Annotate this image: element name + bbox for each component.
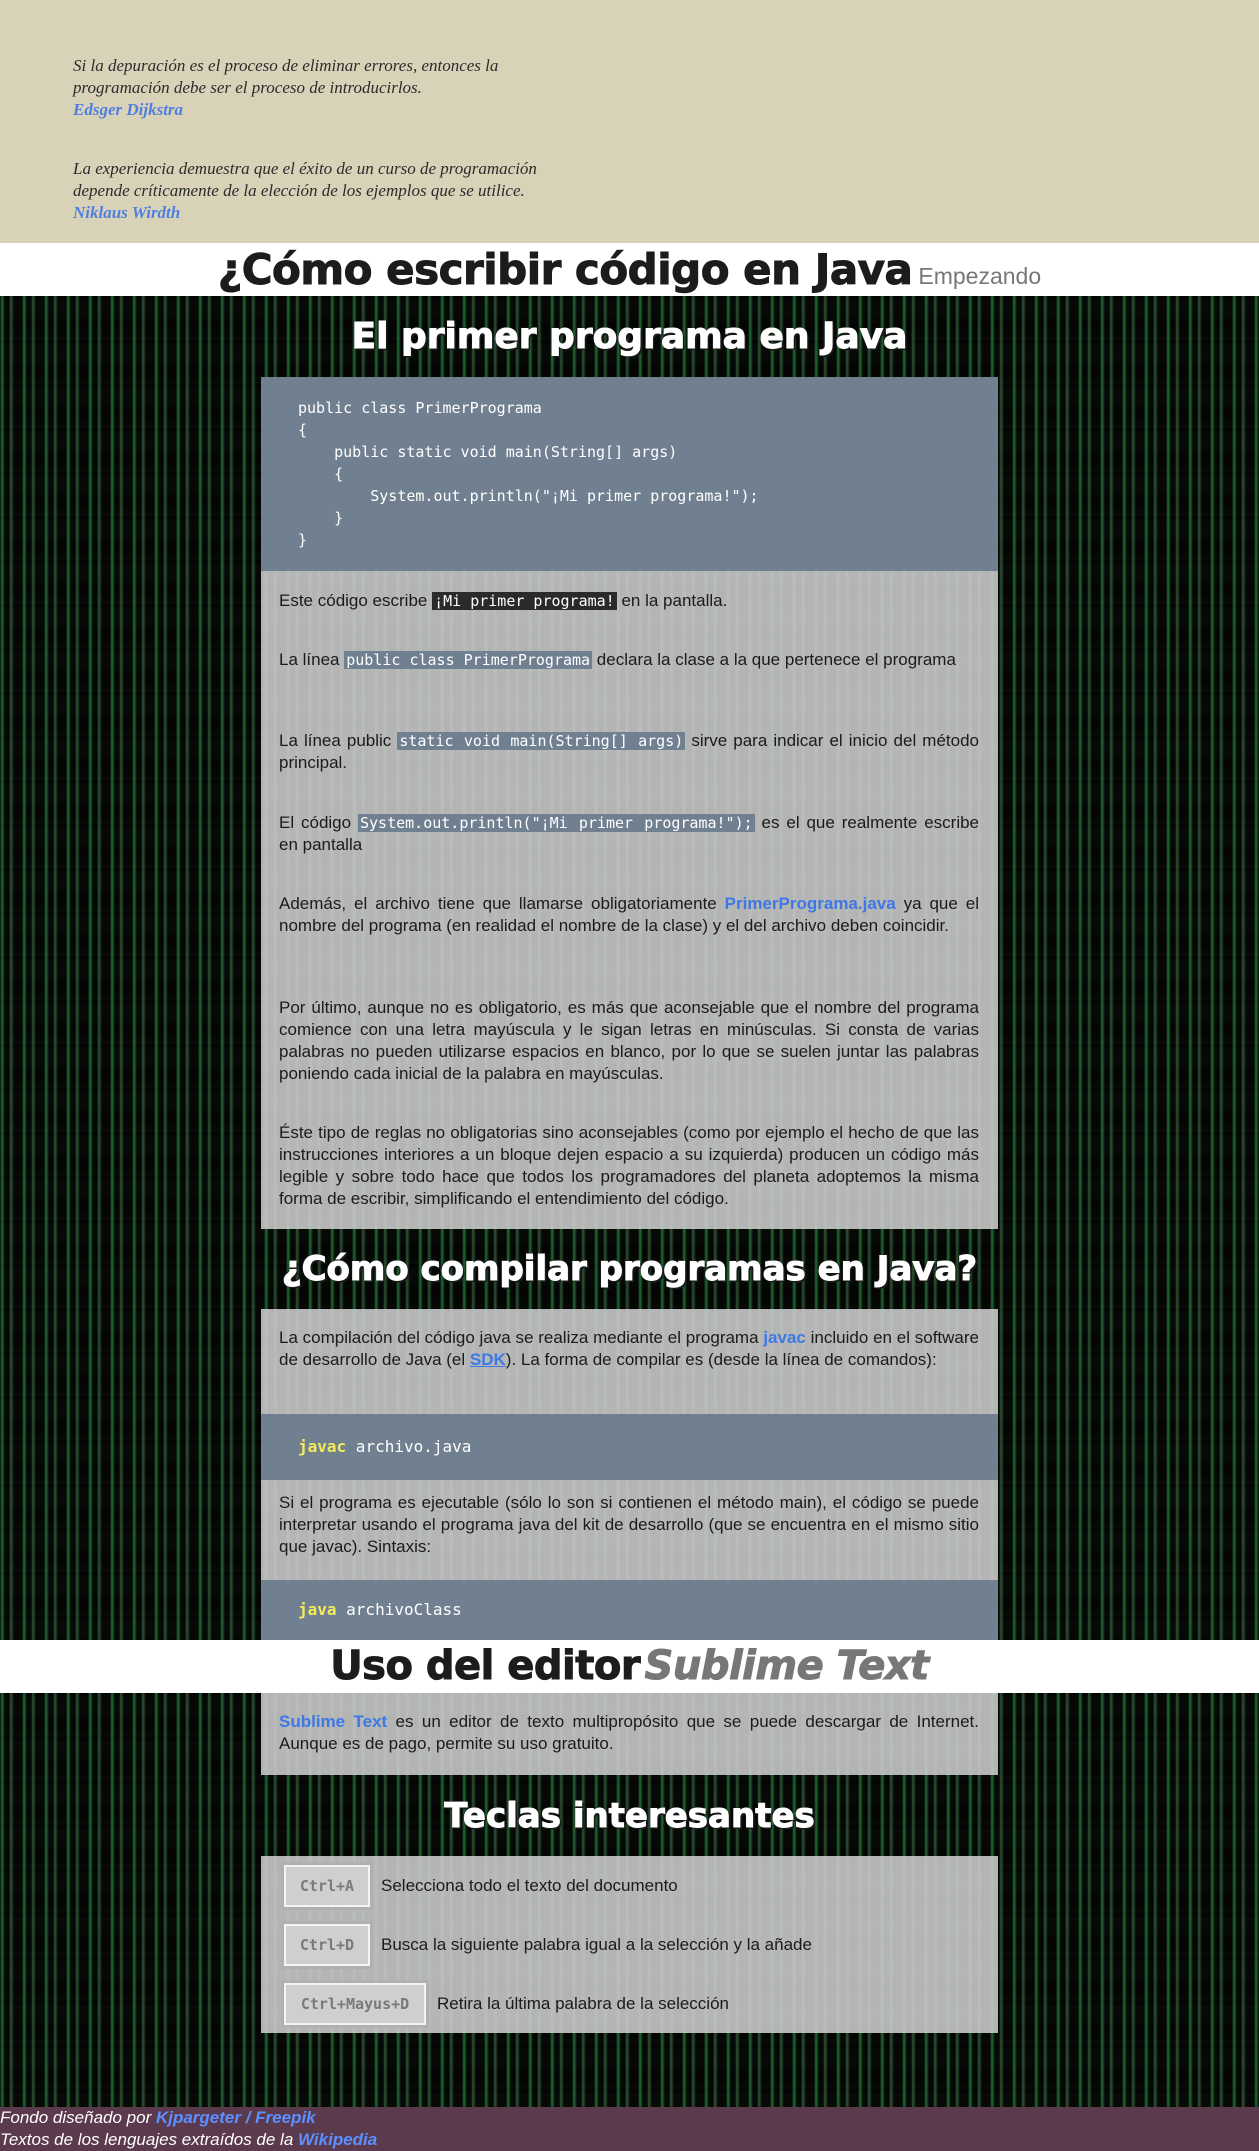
quote-1-author[interactable]: Edsger Dijkstra: [73, 99, 613, 121]
code-block-java: java archivoClass: [261, 1580, 998, 1640]
code-line: }: [298, 531, 308, 549]
quote-2-line2: depende críticamente de la elección de l…: [73, 181, 525, 200]
code-line: {: [298, 465, 344, 483]
paragraph-6: Por último, aunque no es obligatorio, es…: [279, 998, 979, 1083]
text: El código: [279, 813, 358, 832]
sublime-title: Uso del editor: [330, 1643, 641, 1690]
footer: Fondo diseñado por Kjpargeter / Freepik …: [0, 2107, 1259, 2151]
text: declara la clase a la que pertenece el p…: [592, 650, 956, 669]
page-title: ¿Cómo escribir código en Java: [217, 245, 913, 295]
code-line: public class PrimerPrograma: [298, 399, 542, 417]
text: La línea public: [279, 731, 398, 750]
code-line: }: [298, 509, 344, 527]
paragraph-3: La línea public static void main(String[…: [279, 730, 979, 774]
paragraph-5: Además, el archivo tiene que llamarse ob…: [279, 893, 979, 937]
paragraph-compile-1: La compilación del código java se realiz…: [279, 1327, 979, 1371]
paragraph-sublime: Sublime Text es un editor de texto multi…: [279, 1711, 979, 1755]
code-block-first-program: public class PrimerPrograma { public sta…: [261, 377, 998, 571]
code-keyword: java: [298, 1600, 337, 1619]
quote-2-author[interactable]: Niklaus Wirdth: [73, 202, 613, 224]
page-subtitle: Empezando: [918, 263, 1042, 289]
footer-line-2: Textos de los lenguajes extraídos de la …: [0, 2129, 1259, 2151]
filename-highlight: PrimerPrograma.java: [724, 894, 896, 913]
quote-2: La experiencia demuestra que el éxito de…: [73, 158, 613, 224]
key-desc-ctrl-mayus-d: Retira la última palabra de la selección: [437, 1994, 729, 2013]
key-desc-ctrl-d: Busca la siguiente palabra igual a la se…: [381, 1935, 812, 1954]
paragraph-compile-2: Si el programa es ejecutable (sólo lo so…: [279, 1493, 979, 1556]
sublime-highlight: Sublime Text: [279, 1712, 388, 1731]
paragraph-4: El código System.out.println("¡Mi primer…: [279, 812, 979, 856]
section-title-first-program: El primer programa en Java: [351, 316, 908, 358]
sdk-link[interactable]: SDK: [470, 1350, 506, 1369]
code-line: public static void main(String[] args): [298, 443, 678, 461]
text: Además, el archivo tiene que llamarse ob…: [279, 894, 725, 913]
code-block-javac: javac archivo.java: [261, 1414, 998, 1480]
freepik-link[interactable]: Kjpargeter / Freepik: [156, 2108, 316, 2127]
section-title-compile: ¿Cómo compilar programas en Java?: [281, 1249, 978, 1290]
text: Fondo diseñado por: [0, 2108, 156, 2127]
key-ctrl-mayus-d: Ctrl+Mayus+D: [281, 1980, 429, 2028]
code-keyword: javac: [298, 1437, 347, 1456]
code-text: archivoClass: [336, 1600, 462, 1619]
quote-1-line1: Si la depuración es el proceso de elimin…: [73, 56, 499, 75]
key-desc-ctrl-a: Selecciona todo el texto del documento: [381, 1876, 678, 1895]
quote-2-line1: La experiencia demuestra que el éxito de…: [73, 159, 537, 178]
wikipedia-link[interactable]: Wikipedia: [298, 2130, 377, 2149]
footer-line-1: Fondo diseñado por Kjpargeter / Freepik: [0, 2107, 1259, 2129]
code-line: {: [298, 421, 308, 439]
code-text: archivo.java: [346, 1437, 472, 1456]
code-line: System.out.println("¡Mi primer programa!…: [298, 487, 759, 505]
paragraph-1: Este código escribe ¡Mi primer programa!…: [279, 590, 979, 612]
text: ). La forma de compilar es (desde la lín…: [505, 1350, 937, 1369]
paragraph-2: La línea public class PrimerPrograma dec…: [279, 649, 979, 671]
inline-code: static void main(String[] args): [397, 732, 686, 750]
text: La línea: [279, 650, 345, 669]
inline-code: System.out.println("¡Mi primer programa!…: [357, 814, 755, 832]
inline-code: public class PrimerPrograma: [344, 651, 593, 669]
key-ctrl-a: Ctrl+A: [281, 1862, 373, 1910]
paragraph-7: Éste tipo de reglas no obligatorias sino…: [279, 1123, 979, 1208]
quote-1-line2: programación debe ser el proceso de intr…: [73, 78, 422, 97]
text: en la pantalla.: [616, 591, 728, 610]
quotes-section: Si la depuración es el proceso de elimin…: [0, 0, 1259, 243]
page-header: ¿Cómo escribir código en Java Empezando: [0, 243, 1259, 296]
sublime-title-em: Sublime Text: [644, 1643, 930, 1690]
sublime-header: Uso del editor Sublime Text: [0, 1640, 1259, 1693]
quote-1: Si la depuración es el proceso de elimin…: [73, 55, 613, 121]
text: Textos de los lenguajes extraídos de la: [0, 2130, 299, 2149]
javac-highlight: javac: [763, 1328, 806, 1347]
inline-code: ¡Mi primer programa!: [432, 592, 617, 610]
section-title-keys: Teclas interesantes: [444, 1796, 816, 1837]
text: Este código escribe: [279, 591, 433, 610]
key-ctrl-d: Ctrl+D: [281, 1921, 373, 1969]
text: La compilación del código java se realiz…: [279, 1328, 764, 1347]
